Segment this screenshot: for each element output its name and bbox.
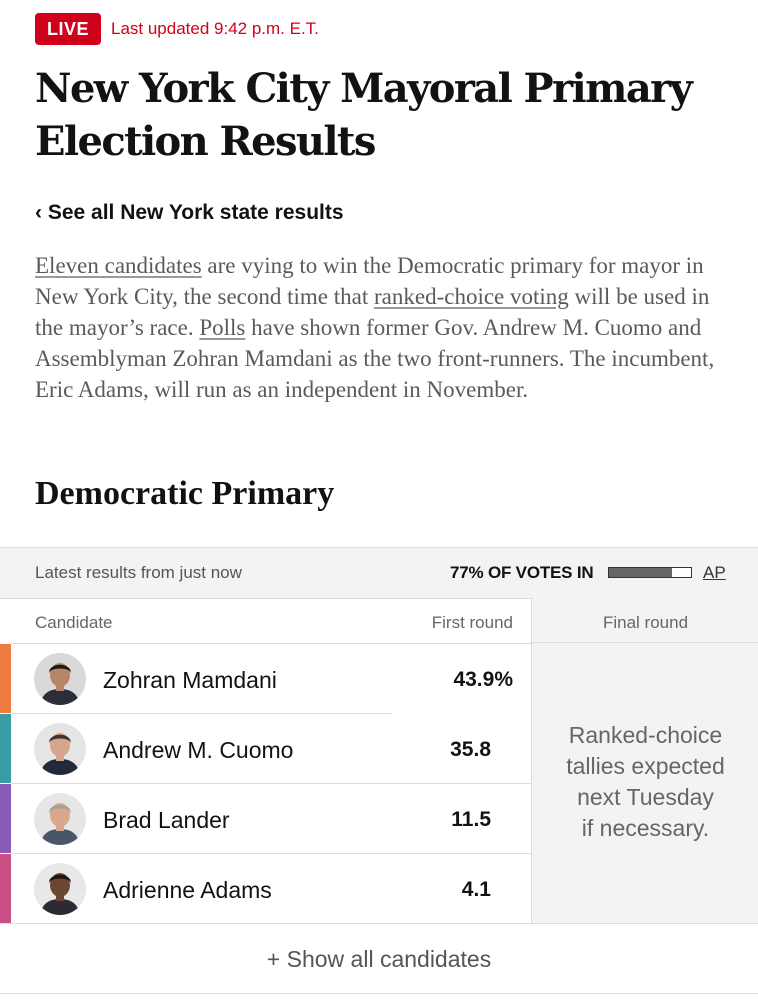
ranked-choice-voting-link[interactable]: ranked-choice voting [374,284,569,309]
polls-link[interactable]: Polls [199,315,245,340]
see-all-state-results-link[interactable]: ‹ See all New York state results [35,200,344,226]
candidate-name: Adrienne Adams [103,877,272,903]
candidate-row: Zohran Mamdani 43.9% [0,644,531,714]
ranked-choice-note-line-1: Ranked-choice [568,722,723,748]
votes-in-text: 77% OF VOTES IN [450,563,594,582]
votes-progress-fill [609,568,673,577]
candidate-name: Brad Lander [103,807,230,833]
ranked-choice-note-line-3: next Tuesday [577,784,714,810]
candidate-first-round-pct: 35.8 [450,738,491,761]
candidate-row: Andrew M. Cuomo 35.8 [0,714,531,784]
candidate-first-round-pct: 4.1 [461,878,491,901]
votes-progress-bar [608,567,692,578]
page-title: New York City Mayoral Primary Election R… [35,62,735,168]
ranked-choice-note-line-2: tallies expected [566,753,725,779]
candidate-portrait-icon [34,793,86,845]
candidate-first-round-pct: 43.9% [453,668,513,691]
column-header-first-round: First round [431,613,513,632]
candidate-name: Andrew M. Cuomo [103,737,294,763]
candidate-avatar [34,793,86,845]
candidate-color-stripe [0,784,11,853]
intro-paragraph: Eleven candidates are vying to win the D… [35,250,735,405]
candidate-color-stripe [0,714,11,783]
final-round-panel: Final round Ranked-choice tallies expect… [531,598,758,923]
ranked-choice-note: Ranked-choice tallies expected next Tues… [532,720,758,844]
candidate-avatar [34,863,86,915]
candidate-avatar [34,653,86,705]
candidate-color-stripe [0,644,11,713]
show-all-candidates-button[interactable]: + Show all candidates [0,944,758,974]
candidate-portrait-icon [34,723,86,775]
candidate-first-round-pct: 11.5 [451,808,491,831]
section-title: Democratic Primary [35,475,335,512]
candidate-portrait-icon [34,863,86,915]
latest-results-text: Latest results from just now [35,563,242,582]
page-title-line-1: New York City Mayoral Primary [35,65,693,112]
candidate-name: Zohran Mamdani [103,667,277,693]
results-status-bar: Latest results from just now 77% OF VOTE… [0,547,758,599]
ap-source-link[interactable]: AP [703,562,726,584]
footer-rule [0,993,758,994]
page-title-line-2: Election Results [35,118,376,165]
candidate-color-stripe [0,854,11,923]
ranked-choice-note-line-4: if necessary. [581,815,710,841]
final-round-divider [532,642,758,643]
column-header-final-round: Final round [602,613,689,632]
table-bottom-rule [0,923,758,924]
column-header-candidate: Candidate [35,613,113,632]
candidate-row: Brad Lander 11.5 [0,784,531,854]
candidate-portrait-icon [34,653,86,705]
candidate-avatar [34,723,86,775]
live-badge: LIVE [35,13,101,45]
eleven-candidates-link[interactable]: Eleven candidates [35,253,202,278]
candidate-row: Adrienne Adams 4.1 [0,854,531,924]
last-updated-text: Last updated 9:42 p.m. E.T. [111,19,319,38]
